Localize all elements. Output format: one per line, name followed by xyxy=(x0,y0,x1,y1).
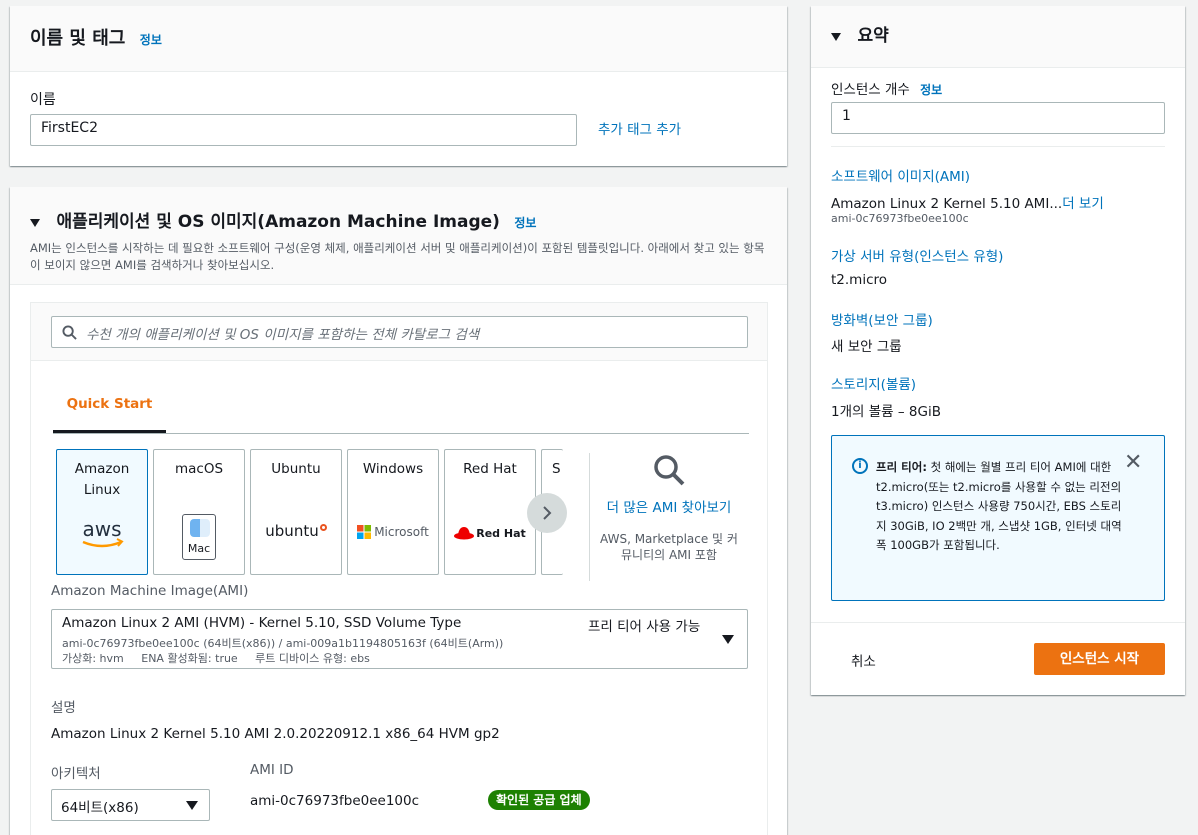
firewall-value: 새 보안 그룹 xyxy=(831,339,902,355)
add-tags-link[interactable]: 추가 태그 추가 xyxy=(598,118,681,138)
tile-red-hat[interactable]: Red Hat Red Hat xyxy=(444,449,536,575)
ami-panel: 애플리케이션 및 OS 이미지(Amazon Machine Image) 정보… xyxy=(10,187,787,835)
info-icon: i xyxy=(852,458,868,474)
dropdown-caret-icon xyxy=(722,635,734,644)
ami-title: 애플리케이션 및 OS 이미지(Amazon Machine Image) xyxy=(56,212,500,232)
search-large-icon xyxy=(654,455,685,486)
free-tier-eligible-label: 프리 티어 사용 가능 xyxy=(588,619,701,635)
name-and-tags-header: 이름 및 태그 정보 xyxy=(10,6,787,72)
architecture-select[interactable]: 64비트(x86) xyxy=(51,789,210,821)
software-image-value-row: Amazon Linux 2 Kernel 5.10 AMI...더 보기 xyxy=(831,192,1104,212)
architecture-caret-icon xyxy=(186,801,198,810)
free-tier-text: 프리 티어: 첫 해에는 월별 프리 티어 AMI에 대한 t2.micro(또… xyxy=(876,458,1124,556)
aws-logo-text: aws xyxy=(82,517,121,541)
name-and-tags-info-link[interactable]: 정보 xyxy=(140,33,162,47)
tile-amazon-linux-name-2: Linux xyxy=(83,482,121,498)
ami-select-details: 가상화: hvm ENA 활성화됨: true 루트 디바이스 유형: ebs xyxy=(62,652,370,665)
ami-header: 애플리케이션 및 OS 이미지(Amazon Machine Image) 정보… xyxy=(10,187,787,285)
ami-description: AMI는 인스턴스를 시작하는 데 필요한 소프트웨어 구성(운영 체제, 애플… xyxy=(30,241,765,272)
ami-tabs: Quick Start xyxy=(53,383,749,434)
summary-title: 요약 xyxy=(857,26,889,46)
architecture-value: 64비트(x86) xyxy=(61,800,139,816)
see-more-link[interactable]: 더 보기 xyxy=(1062,196,1104,212)
microsoft-logo-text: Microsoft xyxy=(374,525,429,539)
tile-amazon-linux-name-1: Amazon xyxy=(74,461,130,477)
firewall-link[interactable]: 방화벽(보안 그룹) xyxy=(831,309,933,329)
tile-ubuntu[interactable]: Ubuntu ubuntu xyxy=(250,449,342,575)
summary-footer-divider xyxy=(811,622,1185,623)
verified-provider-badge: 확인된 공급 업체 xyxy=(488,790,590,810)
close-icon[interactable]: ✕ xyxy=(1124,452,1142,474)
collapse-caret-icon[interactable] xyxy=(30,219,40,227)
instance-count-label: 인스턴스 개수 정보 xyxy=(831,78,942,98)
aws-logo-icon: aws xyxy=(57,516,147,552)
description-label: 설명 xyxy=(51,700,76,716)
free-tier-alert: i 프리 티어: 첫 해에는 월별 프리 티어 AMI에 대한 t2.micro… xyxy=(831,435,1165,601)
ami-id-label: AMI ID xyxy=(250,762,294,778)
software-image-value: Amazon Linux 2 Kernel 5.10 AMI... xyxy=(831,196,1063,212)
ami-search-area: 수천 개의 애플리케이션 및 OS 이미지를 포함하는 전체 카탈로그 검색 xyxy=(31,303,767,361)
ami-search-input[interactable]: 수천 개의 애플리케이션 및 OS 이미지를 포함하는 전체 카탈로그 검색 xyxy=(51,316,748,348)
tile-macos-name: macOS xyxy=(174,461,224,477)
description-value: Amazon Linux 2 Kernel 5.10 AMI 2.0.20220… xyxy=(51,726,500,742)
software-image-link[interactable]: 소프트웨어 이미지(AMI) xyxy=(831,165,970,185)
storage-link[interactable]: 스토리지(볼륨) xyxy=(831,373,916,393)
tile-windows[interactable]: Windows Microsoft xyxy=(347,449,439,575)
instance-count-info-link[interactable]: 정보 xyxy=(920,83,942,97)
chevron-right-icon xyxy=(543,506,552,520)
search-icon xyxy=(62,325,77,340)
instance-type-value: t2.micro xyxy=(831,272,888,288)
cancel-button[interactable]: 취소 xyxy=(851,650,876,670)
tile-ubuntu-name: Ubuntu xyxy=(271,461,321,477)
ami-browser: 수천 개의 애플리케이션 및 OS 이미지를 포함하는 전체 카탈로그 검색 Q… xyxy=(30,302,768,835)
summary-collapse-caret-icon[interactable] xyxy=(831,33,841,41)
ubuntu-logo-icon: ubuntu xyxy=(251,522,341,540)
ami-search-placeholder: 수천 개의 애플리케이션 및 OS 이미지를 포함하는 전체 카탈로그 검색 xyxy=(86,327,480,343)
free-tier-bold: 프리 티어: xyxy=(876,460,927,474)
summary-header: 요약 xyxy=(811,6,1185,68)
software-image-id: ami-0c76973fbe0ee100c xyxy=(831,212,969,225)
ami-info-link[interactable]: 정보 xyxy=(514,216,536,230)
instance-count-label-text: 인스턴스 개수 xyxy=(831,82,910,98)
tile-partial-name: S xyxy=(552,461,561,477)
summary-panel: 요약 인스턴스 개수 정보 1 소프트웨어 이미지(AMI) Amazon Li… xyxy=(811,6,1185,695)
ami-select-name: Amazon Linux 2 AMI (HVM) - Kernel 5.10, … xyxy=(62,615,462,631)
instance-count-input[interactable]: 1 xyxy=(831,102,1165,134)
tile-macos[interactable]: macOS Mac xyxy=(153,449,245,575)
red-hat-logo-icon: Red Hat xyxy=(445,526,535,540)
ami-id-value: ami-0c76973fbe0ee100c xyxy=(250,793,420,809)
tiles-next-button[interactable] xyxy=(527,493,567,533)
mac-logo-text: Mac xyxy=(187,542,211,555)
tile-red-hat-name: Red Hat xyxy=(463,461,517,477)
name-input[interactable]: FirstEC2 xyxy=(30,114,577,146)
browse-more-ami[interactable]: 더 많은 AMI 찾아보기 AWS, Marketplace 및 커뮤니티의 A… xyxy=(599,453,739,563)
red-hat-logo-text: Red Hat xyxy=(476,526,526,540)
name-and-tags-panel: 이름 및 태그 정보 이름 FirstEC2 추가 태그 추가 xyxy=(10,6,787,166)
tile-amazon-linux[interactable]: Amazon Linux aws xyxy=(56,449,148,575)
microsoft-logo-icon: Microsoft xyxy=(348,525,438,539)
launch-instance-button[interactable]: 인스턴스 시작 xyxy=(1034,643,1165,675)
summary-divider xyxy=(831,146,1165,147)
ami-select-ids: ami-0c76973fbe0ee100c (64비트(x86)) / ami-… xyxy=(62,637,504,650)
mac-logo-icon: Mac xyxy=(154,514,244,560)
ubuntu-logo-text: ubuntu xyxy=(265,522,319,540)
name-label: 이름 xyxy=(30,92,56,108)
tiles-divider xyxy=(589,453,590,581)
ami-select[interactable]: Amazon Linux 2 AMI (HVM) - Kernel 5.10, … xyxy=(51,609,748,669)
architecture-label: 아키텍처 xyxy=(51,766,101,782)
tile-windows-name: Windows xyxy=(362,461,424,477)
name-and-tags-title: 이름 및 태그 xyxy=(30,28,126,49)
instance-type-link[interactable]: 가상 서버 유형(인스턴스 유형) xyxy=(831,245,1003,265)
storage-value: 1개의 볼륨 – 8GiB xyxy=(831,404,941,420)
browse-more-ami-sub: AWS, Marketplace 및 커뮤니티의 AMI 포함 xyxy=(600,532,738,562)
tab-quick-start[interactable]: Quick Start xyxy=(53,383,166,433)
browse-more-ami-link[interactable]: 더 많은 AMI 찾아보기 xyxy=(599,497,739,519)
ami-select-label: Amazon Machine Image(AMI) xyxy=(51,583,249,599)
